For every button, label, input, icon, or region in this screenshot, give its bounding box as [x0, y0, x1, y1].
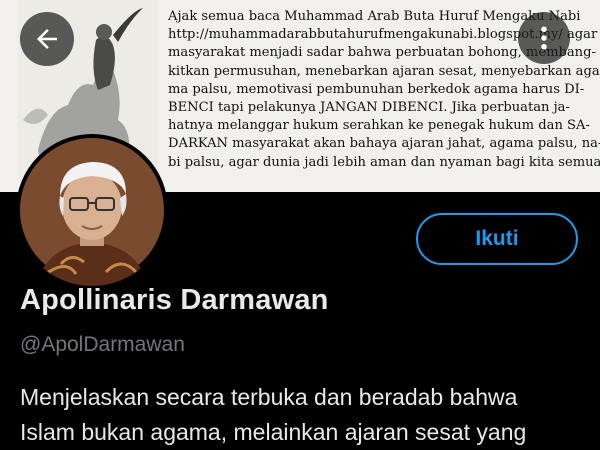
banner-line: kitkan permusuhan, menebarkan ajaran ses…: [168, 63, 600, 79]
more-vertical-icon: [541, 26, 547, 50]
banner-line: DARKAN masyarakat akan bahaya ajaran jah…: [168, 136, 600, 152]
more-options-button[interactable]: [518, 12, 570, 64]
bio-line: Menjelaskan secara terbuka dan beradab b…: [20, 384, 518, 410]
arrow-left-icon: [37, 29, 57, 49]
banner-line: BENCI tapi pelakunya JANGAN DIBENCI. Jik…: [168, 100, 570, 116]
profile-bio: Menjelaskan secara terbuka dan beradab b…: [20, 380, 590, 450]
user-handle: @ApolDarmawan: [20, 333, 185, 356]
back-button[interactable]: [20, 12, 74, 66]
banner-line: hatnya melanggar hukum serahkan ke peneg…: [168, 118, 590, 134]
follow-button[interactable]: Ikuti: [416, 213, 578, 265]
banner-line: ma palsu, memotivasi pembunuhan berkedok…: [168, 81, 585, 97]
display-name: Apollinaris Darmawan: [20, 284, 329, 316]
avatar[interactable]: [16, 134, 168, 286]
avatar-photo: [20, 138, 164, 286]
bio-line: Islam bukan agama, melainkan ajaran sesa…: [20, 419, 527, 445]
banner-line: bi palsu, agar dunia jadi lebih aman dan…: [168, 154, 600, 170]
